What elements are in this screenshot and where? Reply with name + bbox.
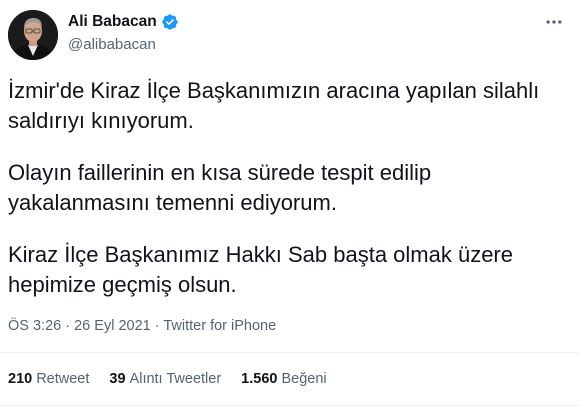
tweet-date: 26 Eyl 2021 <box>74 318 151 334</box>
quotes-count: 39 <box>109 371 126 387</box>
verified-badge-icon <box>161 13 179 31</box>
quotes-label: Alıntı Tweetler <box>129 371 222 387</box>
divider <box>0 352 580 353</box>
author-handle[interactable]: @alibabacan <box>68 35 179 55</box>
meta-separator: · <box>65 318 71 334</box>
tweet-time-link[interactable]: ÖS 3:26 · 26 Eyl 2021 <box>8 318 151 334</box>
retweets-label: Retweet <box>36 371 90 387</box>
user-avatar-portrait-icon <box>8 10 58 60</box>
meta-separator: · <box>154 318 160 334</box>
tweet-paragraph: İzmir'de Kiraz İlçe Başkanımızın aracına… <box>8 78 540 133</box>
tweet-card: Ali Babacan @alibabacan İzmir'de Kiraz İ… <box>0 0 580 412</box>
retweets-count: 210 <box>8 371 33 387</box>
author-block: Ali Babacan @alibabacan <box>68 12 179 55</box>
tweet-stats: 210 Retweet 39 Alıntı Tweetler 1.560 Beğ… <box>8 369 327 389</box>
retweets-stat[interactable]: 210 Retweet <box>8 369 89 389</box>
tweet-source-link[interactable]: Twitter for iPhone <box>163 318 276 334</box>
author-display-name[interactable]: Ali Babacan <box>68 12 157 32</box>
tweet-text: İzmir'de Kiraz İlçe Başkanımızın aracına… <box>8 76 568 322</box>
tweet-paragraph: Kiraz İlçe Başkanımız Hakkı Sab başta ol… <box>8 242 513 297</box>
likes-label: Beğeni <box>281 371 327 387</box>
quotes-stat[interactable]: 39 Alıntı Tweetler <box>109 369 221 389</box>
more-horizontal-icon <box>546 20 562 24</box>
name-row: Ali Babacan <box>68 12 179 32</box>
tweet-time: ÖS 3:26 <box>8 318 62 334</box>
avatar[interactable] <box>8 10 58 60</box>
likes-count: 1.560 <box>241 371 278 387</box>
more-options-button[interactable] <box>542 12 566 32</box>
tweet-meta: ÖS 3:26 · 26 Eyl 2021 · Twitter for iPho… <box>8 316 276 336</box>
tweet-paragraph: Olayın faillerinin en kısa sürede tespit… <box>8 160 432 215</box>
likes-stat[interactable]: 1.560 Beğeni <box>241 369 326 389</box>
divider <box>0 405 580 406</box>
